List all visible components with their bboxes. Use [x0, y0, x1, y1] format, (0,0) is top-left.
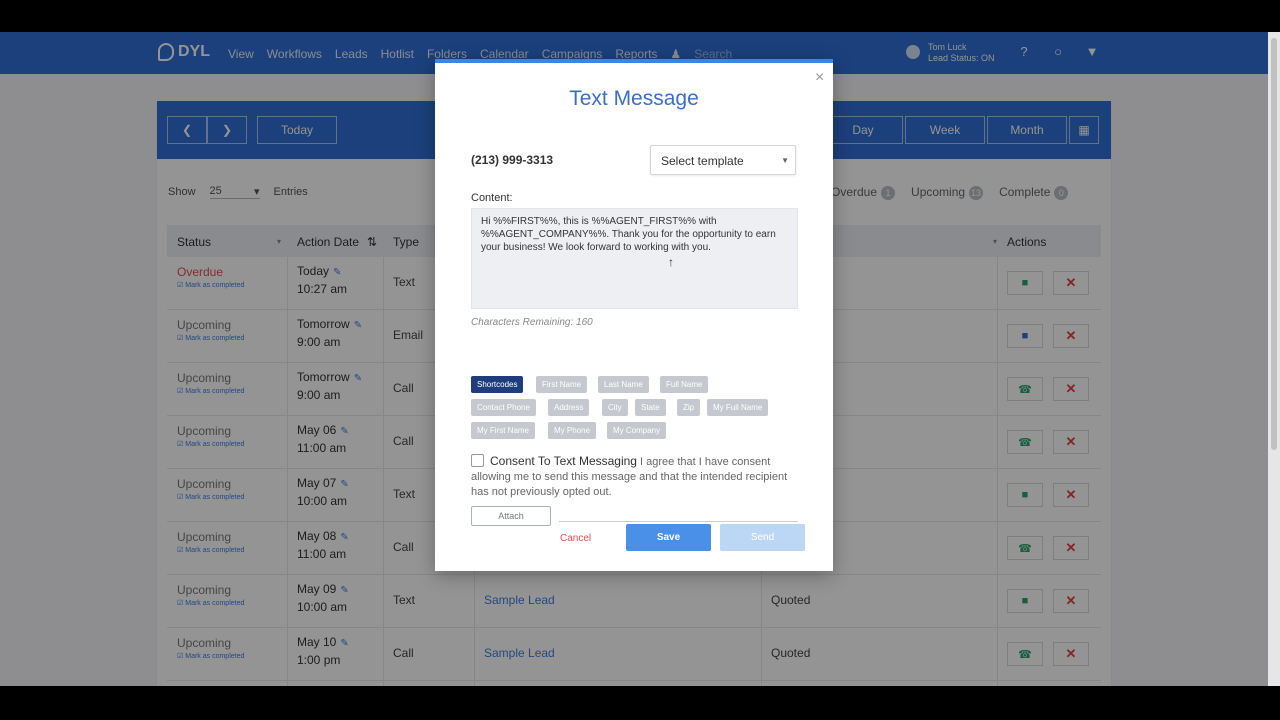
modal-title: Text Message	[569, 87, 699, 110]
shortcode-chip-zip[interactable]: Zip	[677, 399, 701, 416]
modal-accent-bar	[435, 59, 833, 63]
content-label: Content:	[471, 192, 513, 204]
shortcode-chip-shortcodes[interactable]: Shortcodes	[471, 376, 524, 393]
consent-title: Consent To Text Messaging	[490, 454, 637, 468]
shortcode-chip-state[interactable]: State	[635, 399, 666, 416]
text-cursor-icon: ↑	[668, 255, 674, 269]
characters-remaining: Characters Remaining: 160	[471, 317, 593, 328]
shortcode-chip-city[interactable]: City	[602, 399, 628, 416]
template-select-value: Select template	[661, 154, 744, 168]
message-content-textarea[interactable]: Hi %%FIRST%%, this is %%AGENT_FIRST%% wi…	[471, 208, 798, 309]
shortcode-chip-last-name[interactable]: Last Name	[598, 376, 649, 393]
shortcode-chip-my-first-name[interactable]: My First Name	[471, 422, 535, 439]
cancel-button[interactable]: Cancel	[560, 533, 591, 544]
consent-block: Consent To Text Messaging I agree that I…	[471, 454, 799, 500]
shortcode-chip-full-name[interactable]: Full Name	[660, 376, 709, 393]
shortcode-chip-my-full-name[interactable]: My Full Name	[707, 399, 769, 416]
shortcode-chip-my-company[interactable]: My Company	[607, 422, 667, 439]
close-icon[interactable]: ×	[815, 69, 824, 87]
save-button[interactable]: Save	[626, 524, 711, 551]
template-select[interactable]: Select template ▼	[650, 145, 796, 175]
scrollbar-thumb[interactable]	[1271, 38, 1277, 450]
recipient-phone: (213) 999-3313	[471, 153, 554, 167]
send-button[interactable]: Send	[720, 524, 805, 551]
consent-checkbox[interactable]	[471, 454, 484, 467]
chevron-down-icon: ▼	[781, 156, 789, 165]
text-message-modal: × Text Message (213) 999-3313 Select tem…	[435, 59, 833, 571]
shortcode-chip-contact-phone[interactable]: Contact Phone	[471, 399, 536, 416]
shortcode-chip-address[interactable]: Address	[548, 399, 590, 416]
shortcode-chip-first-name[interactable]: First Name	[536, 376, 588, 393]
attachment-field	[559, 521, 798, 522]
app-viewport: DYL View Workflows Leads Hotlist Folders…	[0, 32, 1280, 686]
page-scrollbar[interactable]	[1268, 32, 1280, 686]
shortcode-chip-my-phone[interactable]: My Phone	[548, 422, 597, 439]
attach-button[interactable]: Attach	[471, 506, 551, 526]
